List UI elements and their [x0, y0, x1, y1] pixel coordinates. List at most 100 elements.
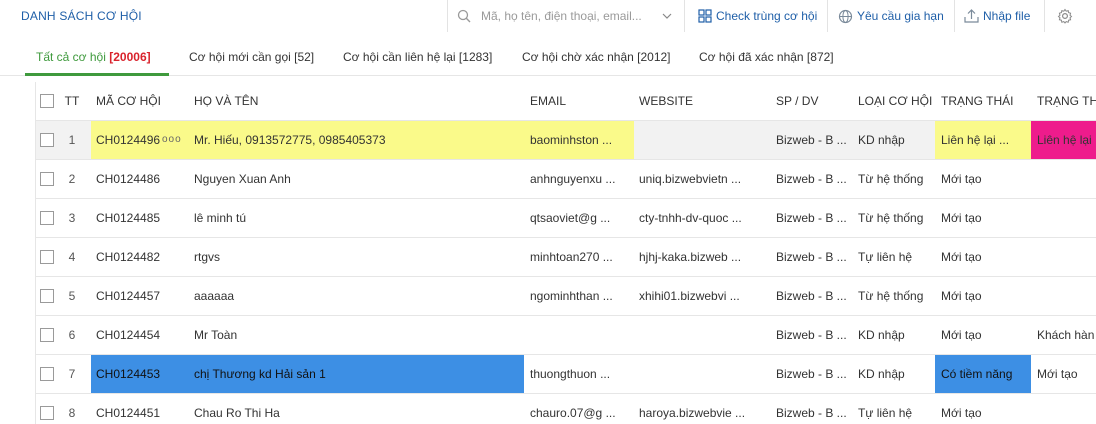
table-row[interactable]: 1 CH0124496 Mr. Hiếu, 0913572775, 09854053… — [36, 121, 1096, 160]
cell-ma-co-hoi[interactable]: CH0124457 — [91, 277, 191, 315]
settings-button[interactable] — [1044, 0, 1084, 32]
top-bar: DANH SÁCH CƠ HỘI Mã, họ tên, điện thoại,… — [0, 0, 1096, 34]
cell-ho-va-ten[interactable]: rtgvs — [191, 238, 524, 276]
row-checkbox[interactable] — [40, 328, 54, 342]
tab-label: Tất cả cơ hội — [36, 50, 106, 64]
cell-ma-co-hoi[interactable]: CH0124451 — [91, 394, 191, 424]
tab-pending-confirmation[interactable]: Cơ hội chờ xác nhận [2012] — [522, 50, 671, 64]
row-checkbox[interactable] — [40, 172, 54, 186]
cell-website: uniq.bizwebvietn ... — [639, 172, 742, 186]
cell-sp-dv: Bizweb - B ... — [776, 406, 847, 420]
import-file-label: Nhập file — [983, 9, 1031, 23]
table-row[interactable]: 3 CH0124485 lê minh tú qtsaoviet@g ... cty-t… — [36, 199, 1096, 238]
table-row[interactable]: 5 CH0124457 aaaaaa ngominhthan ... xhihi01.b… — [36, 277, 1096, 316]
import-file-button[interactable]: Nhập file — [954, 0, 1044, 32]
row-checkbox[interactable] — [40, 133, 54, 147]
header-sp-dv[interactable]: SP / DV — [771, 82, 853, 120]
select-all-checkbox[interactable] — [40, 94, 54, 108]
row-index: 8 — [68, 406, 76, 420]
cell-trang-thai-2 — [1031, 199, 1096, 237]
cell-ho-va-ten[interactable]: Chau Ro Thi Ha — [191, 394, 524, 424]
cell-email: minhtoan270 ... — [530, 250, 613, 264]
row-index: 4 — [68, 250, 76, 264]
row-index: 5 — [68, 289, 76, 303]
table-row[interactable]: 7 CH0124453 chị Thương kd Hải sản 1 thuongt… — [36, 355, 1096, 394]
tab-new-to-call[interactable]: Cơ hội mới cần gọi [52] — [189, 50, 314, 64]
request-extension-button[interactable]: Yêu cầu gia hạn — [827, 0, 955, 32]
row-checkbox[interactable] — [40, 406, 54, 420]
header-website[interactable]: WEBSITE — [634, 82, 771, 120]
cell-ma-co-hoi[interactable]: CH0124453 — [91, 355, 191, 393]
header-ma-co-hoi[interactable]: MÃ CƠ HỘI — [91, 82, 186, 120]
cell-sp-dv: Bizweb - B ... — [776, 289, 847, 303]
table-row[interactable]: 8 CH0124451 Chau Ro Thi Ha chauro.07@g ... h… — [36, 394, 1096, 424]
check-duplicate-label: Check trùng cơ hội — [716, 9, 818, 23]
cell-website — [634, 121, 771, 159]
tab-all-opportunities[interactable]: Tất cả cơ hội [20006] — [36, 50, 151, 64]
tab-need-contact-again[interactable]: Cơ hội cần liên hệ lại [1283] — [343, 50, 492, 64]
cell-loai-co-hoi: KD nhập — [858, 328, 905, 342]
cell-loai-co-hoi: KD nhập — [858, 367, 905, 381]
cell-loai-co-hoi: Từ hệ thống — [858, 172, 924, 186]
search-input[interactable]: Mã, họ tên, điện thoại, email... — [481, 9, 642, 23]
request-extension-label: Yêu cầu gia hạn — [857, 9, 944, 23]
active-tab-indicator — [25, 73, 169, 76]
cell-ma-co-hoi[interactable]: CH0124486 — [91, 160, 191, 198]
header-loai-co-hoi[interactable]: LOẠI CƠ HỘI — [853, 82, 935, 120]
header-ho-va-ten[interactable]: HỌ VÀ TÊN — [191, 82, 524, 120]
table-header-row: TT MÃ CƠ HỘI HỌ VÀ TÊN EMAIL WEBSITE SP … — [36, 82, 1096, 121]
chevron-down-icon[interactable] — [662, 12, 672, 20]
cell-sp-dv: Bizweb - B ... — [776, 250, 847, 264]
cell-ho-va-ten[interactable]: chị Thương kd Hải sản 1 — [191, 355, 524, 393]
header-email[interactable]: EMAIL — [524, 82, 634, 120]
cell-ho-va-ten[interactable]: Nguyen Xuan Anh — [191, 160, 524, 198]
table-row[interactable]: 6 CH0124454 Mr Toàn Bizweb - B ... KD nhập Mớ… — [36, 316, 1096, 355]
page-title: DANH SÁCH CƠ HỘI — [21, 9, 142, 23]
table-row[interactable]: 2 CH0124486 Nguyen Xuan Anh anhnguyenxu ...… — [36, 160, 1096, 199]
cell-sp-dv: Bizweb - B ... — [776, 133, 847, 147]
cell-loai-co-hoi: Tự liên hệ — [858, 250, 913, 264]
cell-email: thuongthuon ... — [530, 367, 611, 381]
cell-email: chauro.07@g ... — [530, 406, 616, 420]
upload-icon — [964, 9, 979, 23]
row-index: 1 — [68, 133, 76, 147]
cell-loai-co-hoi: Từ hệ thống — [858, 289, 924, 303]
header-trang-thai-2[interactable]: TRẠNG TH — [1031, 82, 1096, 120]
cell-trang-thai: Mới tạo — [941, 211, 982, 225]
row-index: 6 — [68, 328, 76, 342]
check-duplicate-button[interactable]: Check trùng cơ hội — [684, 0, 824, 32]
cell-ma-co-hoi[interactable]: CH0124485 — [91, 199, 191, 237]
cell-website: hjhj-kaka.bizweb ... — [639, 250, 742, 264]
cell-ma-co-hoi[interactable]: CH0124454 — [91, 316, 191, 354]
cell-trang-thai-2: Mới tạo — [1037, 367, 1078, 381]
row-checkbox[interactable] — [40, 250, 54, 264]
search-box[interactable]: Mã, họ tên, điện thoại, email... — [447, 0, 680, 32]
more-options-icon[interactable]: ooo — [162, 121, 190, 159]
tab-bar: Tất cả cơ hội [20006] Cơ hội mới cần gọi… — [0, 34, 1096, 76]
row-checkbox[interactable] — [40, 367, 54, 381]
cell-trang-thai-2 — [1031, 277, 1096, 315]
cell-loai-co-hoi: Từ hệ thống — [858, 211, 924, 225]
cell-trang-thai-2: Khách hàn — [1037, 328, 1095, 342]
tab-confirmed[interactable]: Cơ hội đã xác nhận [872] — [699, 50, 834, 64]
row-checkbox[interactable] — [40, 289, 54, 303]
cell-ho-va-ten[interactable]: lê minh tú — [191, 199, 524, 237]
cell-trang-thai-2 — [1031, 394, 1096, 424]
cell-email — [524, 316, 634, 354]
globe-icon — [838, 9, 853, 23]
cell-ho-va-ten[interactable]: aaaaaa — [191, 277, 524, 315]
cell-ma-co-hoi[interactable]: CH0124482 — [91, 238, 191, 276]
cell-ho-va-ten[interactable]: Mr. Hiếu, 0913572775, 0985405373 — [191, 121, 524, 159]
table-row[interactable]: 4 CH0124482 rtgvs minhtoan270 ... hjhj-kaka.… — [36, 238, 1096, 277]
cell-ho-va-ten[interactable]: Mr Toàn — [191, 316, 524, 354]
cell-trang-thai: Mới tạo — [941, 406, 982, 420]
row-index: 2 — [68, 172, 76, 186]
header-trang-thai[interactable]: TRẠNG THÁI — [935, 82, 1031, 120]
cell-trang-thai: Liên hệ lại ... — [935, 121, 1031, 159]
row-checkbox[interactable] — [40, 211, 54, 225]
row-index: 3 — [68, 211, 76, 225]
cell-website — [634, 355, 771, 393]
cell-website: xhihi01.bizwebvi ... — [639, 289, 740, 303]
cell-email: qtsaoviet@g ... — [530, 211, 611, 225]
cell-trang-thai: Mới tạo — [941, 328, 982, 342]
